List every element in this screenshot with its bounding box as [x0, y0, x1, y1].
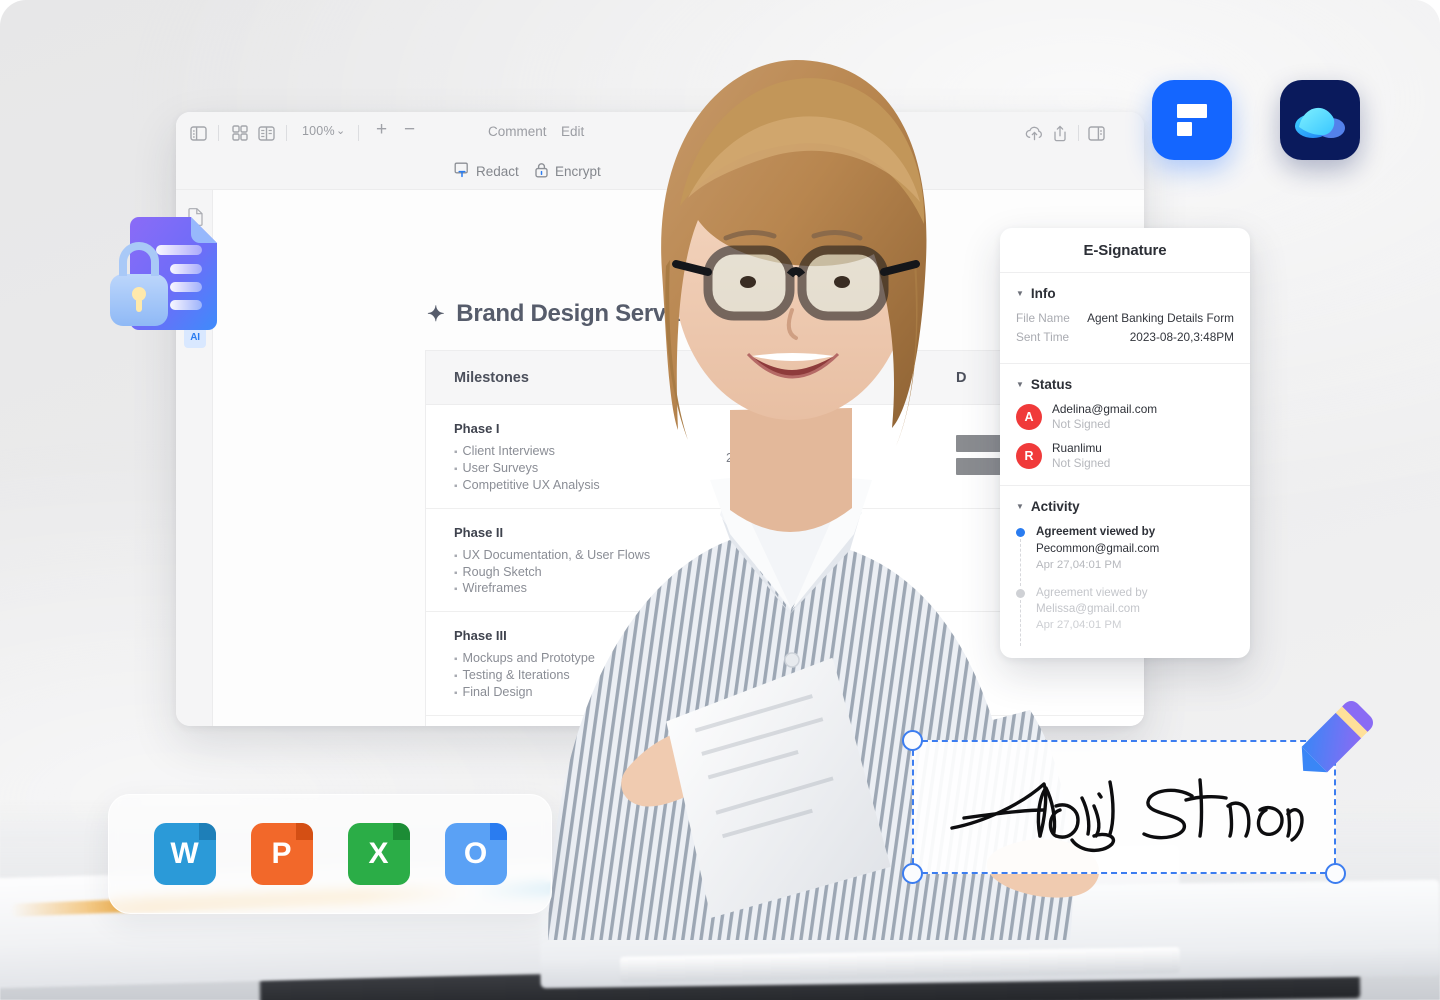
info-heading: Info [1030, 286, 1056, 301]
signer-state: Not Signed [1052, 416, 1111, 431]
activity-email: Melissa@gmail.com [1036, 602, 1140, 616]
secure-document-lock-icon [106, 212, 226, 344]
status-section: ▼ Status A Adelina@gmail.com Not Signed … [1000, 364, 1250, 487]
activity-email: Pecommon@gmail.com [1036, 541, 1160, 555]
sent-time-label: Sent Time [1016, 330, 1070, 344]
file-name-label: File Name [1016, 311, 1070, 325]
excel-file-icon[interactable]: X [347, 823, 410, 885]
document-cloud-app-icon[interactable] [1280, 80, 1360, 160]
activity-connector [1020, 599, 1021, 646]
activity-section: ▼ Activity Agreement viewed by Pecommon@… [1000, 486, 1250, 658]
signature-ink [944, 766, 1304, 858]
signer-row: R Ruanlimu Not Signed [1016, 441, 1234, 471]
info-section: ▼ Info File Name Agent Banking Details F… [1000, 273, 1250, 364]
word-file-letter: W [170, 837, 199, 870]
sidebar-layout-icon[interactable] [188, 123, 208, 143]
activity-section-header[interactable]: ▼ Activity [1016, 499, 1234, 514]
excel-file-letter: X [368, 837, 389, 870]
zoom-out-button[interactable]: − [404, 119, 415, 141]
activity-title: Agreement viewed by [1036, 585, 1148, 599]
powerpoint-file-letter: P [271, 837, 292, 870]
signer-name: Ruanlimu [1052, 441, 1102, 456]
pdfelement-app-icon[interactable] [1152, 80, 1232, 160]
resize-handle-bottom-right[interactable] [1325, 863, 1346, 884]
status-section-header[interactable]: ▼ Status [1016, 377, 1234, 392]
activity-entry: Agreement viewed by Melissa@gmail.com Ap… [1016, 585, 1234, 646]
activity-date: Apr 27,04:01 PM [1036, 559, 1122, 572]
info-section-header[interactable]: ▼ Info [1016, 286, 1234, 301]
activity-connector [1020, 539, 1021, 586]
resize-handle-bottom-left[interactable] [902, 863, 923, 884]
caret-down-icon: ▼ [1016, 289, 1024, 298]
activity-dot-icon [1016, 588, 1025, 598]
powerpoint-file-icon[interactable]: P [250, 823, 313, 885]
page-view-icon[interactable] [256, 123, 276, 143]
signer-name: Adelina@gmail.com [1052, 402, 1158, 416]
avatar: R [1016, 443, 1042, 470]
zoom-in-button[interactable]: + [376, 119, 387, 141]
signer-row: A Adelina@gmail.com Not Signed [1016, 402, 1234, 432]
activity-entry: Agreement viewed by Pecommon@gmail.com A… [1016, 524, 1234, 586]
sent-time-row: Sent Time 2023-08-20,3:48PM [1016, 330, 1234, 344]
screenshot-canvas: 100% ⌄ + − Comment Edit Batch ⌄ [0, 0, 1440, 1000]
file-name-row: File Name Agent Banking Details Form [1016, 311, 1234, 325]
caret-down-icon: ▼ [1016, 380, 1024, 389]
zoom-level-value[interactable]: 100% [302, 124, 335, 138]
outlook-file-letter: O [463, 837, 488, 870]
sent-time-value: 2023-08-20,3:48PM [1129, 330, 1234, 344]
resize-handle-top-left[interactable] [902, 730, 923, 751]
status-heading: Status [1030, 377, 1073, 392]
esignature-panel-title: E-Signature [1000, 228, 1250, 273]
grid-view-icon[interactable] [230, 123, 250, 143]
activity-heading: Activity [1030, 499, 1080, 515]
caret-down-icon: ▼ [1016, 502, 1024, 512]
activity-title: Agreement viewed by [1036, 525, 1156, 539]
pencil-edit-icon[interactable] [1288, 692, 1382, 786]
word-file-icon[interactable]: W [153, 823, 216, 885]
signer-state: Not Signed [1052, 455, 1111, 470]
esignature-panel: E-Signature ▼ Info File Name Agent Banki… [1000, 228, 1250, 658]
file-name-value: Agent Banking Details Form [1087, 311, 1234, 325]
outlook-file-icon[interactable]: O [444, 823, 507, 885]
signature-field[interactable] [902, 730, 1346, 884]
chevron-down-icon[interactable]: ⌄ [336, 124, 345, 137]
avatar: A [1016, 404, 1042, 431]
activity-date: Apr 27,04:01 PM [1036, 619, 1122, 632]
file-format-bar: W P X O [108, 794, 552, 914]
activity-dot-icon [1016, 528, 1025, 538]
